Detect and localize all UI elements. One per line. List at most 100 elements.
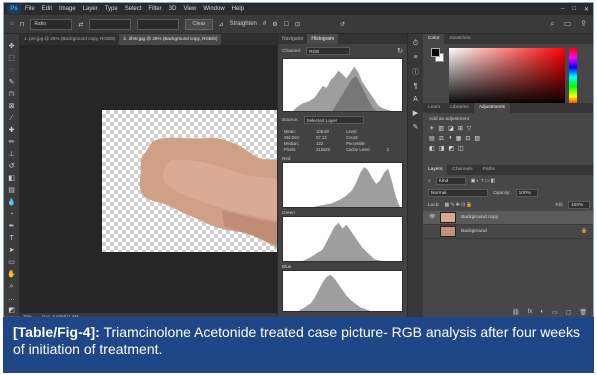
threshold-icon[interactable]: ◩ — [448, 145, 454, 152]
new-layer-icon[interactable]: ▢ — [566, 309, 572, 316]
tab-channels[interactable]: Channels — [447, 165, 477, 175]
hand-tool-icon[interactable]: ✋ — [7, 270, 17, 279]
ratio-height-field[interactable] — [137, 18, 180, 30]
color-field[interactable] — [449, 48, 565, 106]
frame-tool-icon[interactable]: ⊠ — [7, 102, 17, 111]
search-icon[interactable]: ⌕ — [550, 19, 554, 29]
healing-brush-icon[interactable]: ✚ — [7, 126, 17, 135]
gear-icon[interactable]: ⚙ — [272, 21, 277, 28]
menu-window[interactable]: Window — [203, 6, 224, 12]
eraser-icon[interactable]: ◧ — [7, 174, 17, 183]
brush-tool-icon[interactable]: ✏ — [7, 138, 17, 147]
more-tools-icon[interactable]: … — [7, 294, 17, 303]
reset-icon[interactable]: ↺ — [340, 21, 345, 28]
levels-icon[interactable]: ▥ — [438, 125, 444, 132]
brightness-icon[interactable]: ☀ — [429, 125, 434, 132]
grid-icon[interactable]: # — [263, 21, 266, 27]
blend-mode-select[interactable]: Normal — [428, 189, 488, 197]
marquee-tool-icon[interactable]: ⬚ — [7, 54, 17, 63]
menu-3d[interactable]: 3D — [169, 6, 177, 12]
menu-view[interactable]: View — [183, 6, 196, 12]
layer-row[interactable]: 👁 Background copy — [423, 211, 593, 225]
tab-swatches[interactable]: Swatches — [444, 34, 475, 44]
paragraph-icon[interactable]: ¶ — [414, 83, 418, 90]
ratio-width-field[interactable] — [89, 18, 132, 30]
tab-adjustments[interactable]: Adjustments — [473, 103, 511, 113]
adjustment-layer-icon[interactable]: ▭ — [552, 309, 558, 316]
doc-tab-1[interactable]: 1. pre.jpg @ 25% (Background copy, RGB/8… — [20, 34, 119, 45]
mask-icon[interactable]: ◐ — [540, 309, 544, 316]
tab-histogram[interactable]: Histogram — [307, 34, 339, 44]
crop-icon[interactable]: ⊓ — [20, 21, 25, 28]
color-balance-icon[interactable]: ⚖ — [439, 135, 444, 142]
filter-icons[interactable]: ▣ ◐ T ▭ ◧ — [471, 179, 496, 184]
menu-filter[interactable]: Filter — [148, 6, 161, 12]
stamp-tool-icon[interactable]: ⊥ — [7, 150, 17, 159]
delete-cropped-checkbox[interactable]: ☐ — [284, 21, 289, 28]
straighten-icon[interactable]: ⊿ — [219, 21, 224, 28]
menu-layer[interactable]: Layer — [83, 6, 98, 12]
character-icon[interactable]: A — [413, 96, 418, 103]
foreground-swatch[interactable] — [431, 48, 440, 57]
move-tool-icon[interactable]: ✥ — [7, 42, 17, 51]
tab-navigator[interactable]: Navigator — [278, 34, 307, 44]
straighten-label[interactable]: Straighten — [230, 21, 257, 27]
history-icon[interactable]: ⏱ — [413, 40, 418, 48]
home-icon[interactable]: ⌂ — [10, 21, 14, 27]
crop-tool-icon[interactable]: ⊓ — [7, 90, 17, 99]
hue-slider[interactable] — [569, 48, 577, 106]
quick-select-icon[interactable]: ✎ — [7, 78, 17, 87]
zoom-tool-icon[interactable]: ⌕ — [7, 282, 17, 291]
menu-image[interactable]: Image — [59, 6, 76, 12]
eyedropper-icon[interactable]: ⁄ — [7, 114, 17, 123]
tab-learn[interactable]: Learn — [423, 103, 445, 113]
menu-type[interactable]: Type — [105, 6, 118, 12]
layer-row[interactable]: 👁 Background 🔒 — [423, 225, 593, 239]
clear-button[interactable]: Clear — [185, 18, 213, 30]
color-picker[interactable] — [431, 48, 579, 106]
layer-name[interactable]: Background copy — [461, 215, 498, 220]
source-select[interactable]: Selected Layer — [303, 116, 364, 124]
channel-mixer-icon[interactable]: ⊡ — [465, 135, 470, 142]
eye-icon[interactable]: 👁 — [429, 215, 435, 220]
fx-icon[interactable]: fx — [528, 309, 533, 316]
swap-icon[interactable]: ⇄ — [78, 21, 83, 28]
share-icon[interactable]: ⇪ — [580, 19, 587, 29]
photo-filter-icon[interactable]: ▦ — [456, 135, 462, 142]
curves-icon[interactable]: ◪ — [448, 125, 454, 132]
brushes-icon[interactable]: ✎ — [413, 123, 419, 131]
path-select-icon[interactable]: ➤ — [7, 246, 17, 255]
close-icon[interactable]: ✕ — [584, 6, 589, 13]
menu-help[interactable]: Help — [232, 6, 244, 12]
gradient-tool-icon[interactable]: ▤ — [7, 186, 17, 195]
tab-layers[interactable]: Layers — [423, 165, 448, 175]
black-white-icon[interactable]: ◑ — [448, 135, 452, 142]
history-brush-icon[interactable]: ↺ — [7, 162, 17, 171]
menu-file[interactable]: File — [25, 6, 35, 12]
content-aware-icon[interactable]: ⊡ — [295, 21, 300, 28]
refresh-icon[interactable]: ↻ — [397, 47, 403, 55]
type-tool-icon[interactable]: T — [7, 234, 17, 243]
pen-tool-icon[interactable]: ✒ — [7, 222, 17, 231]
ratio-select[interactable]: Ratio — [30, 18, 73, 30]
trash-icon[interactable]: 🗑 — [579, 309, 587, 316]
rectangle-tool-icon[interactable]: ▭ — [7, 258, 17, 267]
gradient-map-icon[interactable]: ◫ — [458, 145, 464, 152]
link-layers-icon[interactable]: ⛓ — [512, 309, 520, 316]
blur-tool-icon[interactable]: 💧 — [7, 198, 17, 207]
layer-name[interactable]: Background — [461, 229, 487, 234]
fill-field[interactable]: 100% — [568, 201, 590, 209]
tab-libraries[interactable]: Libraries — [445, 103, 473, 113]
dodge-tool-icon[interactable]: ◔ — [7, 210, 17, 219]
exposure-icon[interactable]: ⊞ — [458, 125, 463, 132]
posterize-icon[interactable]: ◨ — [439, 145, 445, 152]
color-lookup-icon[interactable]: ▨ — [474, 135, 480, 142]
menu-edit[interactable]: Edit — [42, 6, 52, 12]
kind-filter-select[interactable]: Kind — [435, 177, 466, 185]
opacity-field[interactable]: 100% — [515, 189, 538, 197]
doc-tab-2[interactable]: 2. 3hrtr.jpg @ 25% (Background copy, RGB… — [119, 34, 222, 45]
actions-icon[interactable]: ▶ — [413, 109, 418, 117]
maximize-icon[interactable]: □ — [572, 6, 576, 13]
hue-sat-icon[interactable]: ▤ — [429, 135, 435, 142]
foreground-color-icon[interactable]: ◩ — [7, 306, 17, 315]
